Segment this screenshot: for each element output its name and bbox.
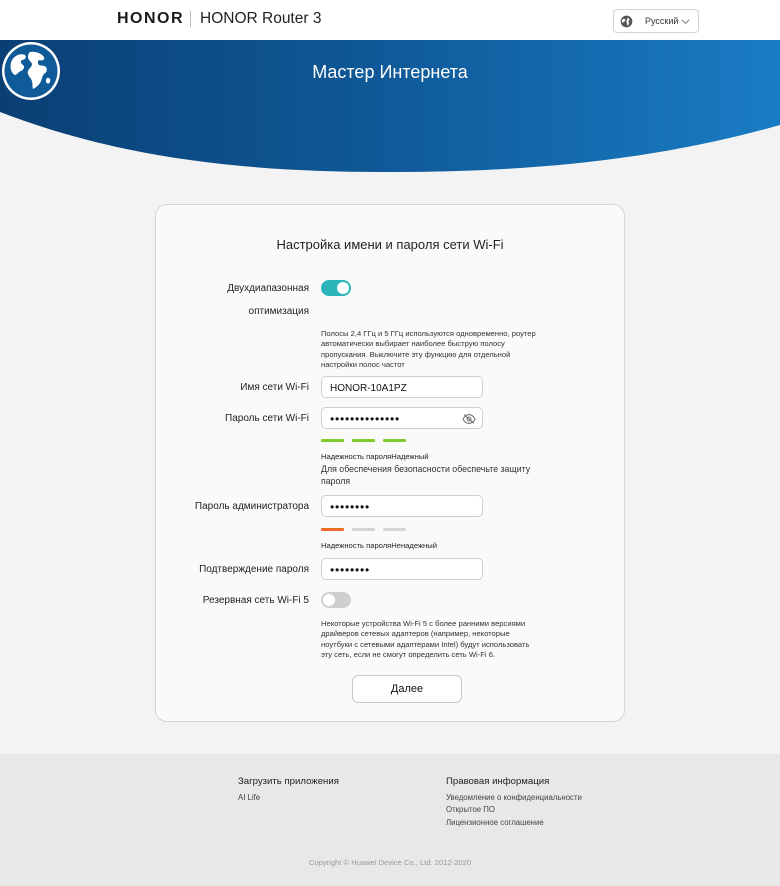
privacy-link[interactable]: Уведомление о конфиденциальности — [446, 793, 582, 802]
backup-wifi5-note: Некоторые устройства Wi-Fi 5 с более ран… — [321, 619, 611, 660]
confirm-password-input[interactable]: •••••••• — [321, 558, 483, 580]
eye-off-icon[interactable] — [462, 413, 476, 425]
note-line: автоматически выбирает наиболее быструю … — [321, 339, 505, 349]
next-button[interactable]: Далее — [352, 675, 462, 703]
wifi-name-label: Имя сети Wi-Fi — [240, 382, 309, 393]
confirm-password-label: Подтверждение пароля — [199, 564, 309, 575]
wifi-strength-bar-3 — [383, 439, 406, 442]
wifi-setup-card: Настройка имени и пароля сети Wi-Fi Двух… — [155, 204, 625, 722]
wifi-password-input[interactable]: •••••••••••••• — [321, 407, 483, 429]
open-source-link[interactable]: Открытое ПО — [446, 805, 495, 814]
dual-band-label-line1: Двухдиапазонная — [227, 283, 309, 294]
brand-divider — [190, 11, 191, 27]
admin-strength-bar-2 — [352, 528, 375, 531]
hint-line: пароля — [321, 475, 351, 486]
globe-icon — [2, 42, 60, 100]
top-bar: HONOR HONOR Router 3 Русский — [0, 0, 780, 40]
wifi-password-label: Пароль сети Wi-Fi — [225, 413, 309, 424]
wifi-strength-label: Надежность пароляНадежный — [321, 452, 429, 461]
wifi-name-value: HONOR-10A1PZ — [330, 383, 407, 394]
admin-strength-bar-3 — [383, 528, 406, 531]
wifi-strength-bar-2 — [352, 439, 375, 442]
language-label: Русский — [645, 16, 679, 26]
note-line: Полосы 2,4 ГГц и 5 ГГц используются одно… — [321, 329, 536, 338]
admin-password-input[interactable]: •••••••• — [321, 495, 483, 517]
note-line: пропускания. Выключите эту функцию для о… — [321, 349, 511, 359]
footer: Загрузить приложения AI Life Правовая ин… — [0, 754, 780, 886]
legal-heading: Правовая информация — [446, 776, 550, 787]
brand-logo: HONOR — [117, 10, 185, 27]
wifi-password-hint: Для обеспечения безопасности обеспечьте … — [321, 464, 571, 487]
apps-heading: Загрузить приложения — [238, 776, 339, 787]
wifi-name-input[interactable]: HONOR-10A1PZ — [321, 376, 483, 398]
hero-title: Мастер Интернета — [312, 62, 468, 82]
chevron-down-icon — [681, 19, 690, 25]
note-line: Некоторые устройства Wi-Fi 5 с более ран… — [321, 619, 526, 628]
license-link[interactable]: Лицензионное соглашение — [446, 818, 544, 827]
product-name: HONOR Router 3 — [200, 10, 322, 27]
toggle-knob — [337, 282, 349, 294]
note-line: эту сеть, если не смогут определить сеть… — [321, 649, 496, 659]
globe-icon — [620, 15, 633, 28]
note-line: настройки полос частот — [321, 359, 405, 369]
admin-strength-label: Надежность пароляНенадежный — [321, 541, 437, 550]
hero-banner: Мастер Интернета — [0, 40, 780, 175]
dual-band-toggle[interactable] — [321, 280, 351, 296]
admin-password-value: •••••••• — [330, 500, 371, 514]
hint-line: Для обеспечения безопасности обеспечьте … — [321, 464, 531, 474]
toggle-knob — [323, 594, 335, 606]
wifi-password-value: •••••••••••••• — [330, 412, 401, 426]
dual-band-note: Полосы 2,4 ГГц и 5 ГГц используются одно… — [321, 329, 611, 370]
admin-strength-bar-1 — [321, 528, 344, 531]
dual-band-label-line2: оптимизация — [248, 306, 309, 317]
note-line: ноутбуки с сетевыми адаптерами Intel) бу… — [321, 639, 530, 649]
hero-background — [0, 40, 780, 175]
confirm-password-value: •••••••• — [330, 563, 371, 577]
card-title: Настройка имени и пароля сети Wi-Fi — [276, 237, 504, 252]
copyright: Copyright © Huawei Device Co., Ltd. 2012… — [308, 858, 472, 867]
note-line: драйверов сетевых адаптеров (например, н… — [321, 629, 510, 639]
language-select[interactable]: Русский — [613, 9, 699, 33]
backup-wifi5-label: Резервная сеть Wi-Fi 5 — [202, 595, 309, 606]
wifi-strength-bar-1 — [321, 439, 344, 442]
backup-wifi5-toggle[interactable] — [321, 592, 351, 608]
ai-life-link[interactable]: AI Life — [238, 793, 260, 802]
admin-password-label: Пароль администратора — [194, 501, 309, 512]
